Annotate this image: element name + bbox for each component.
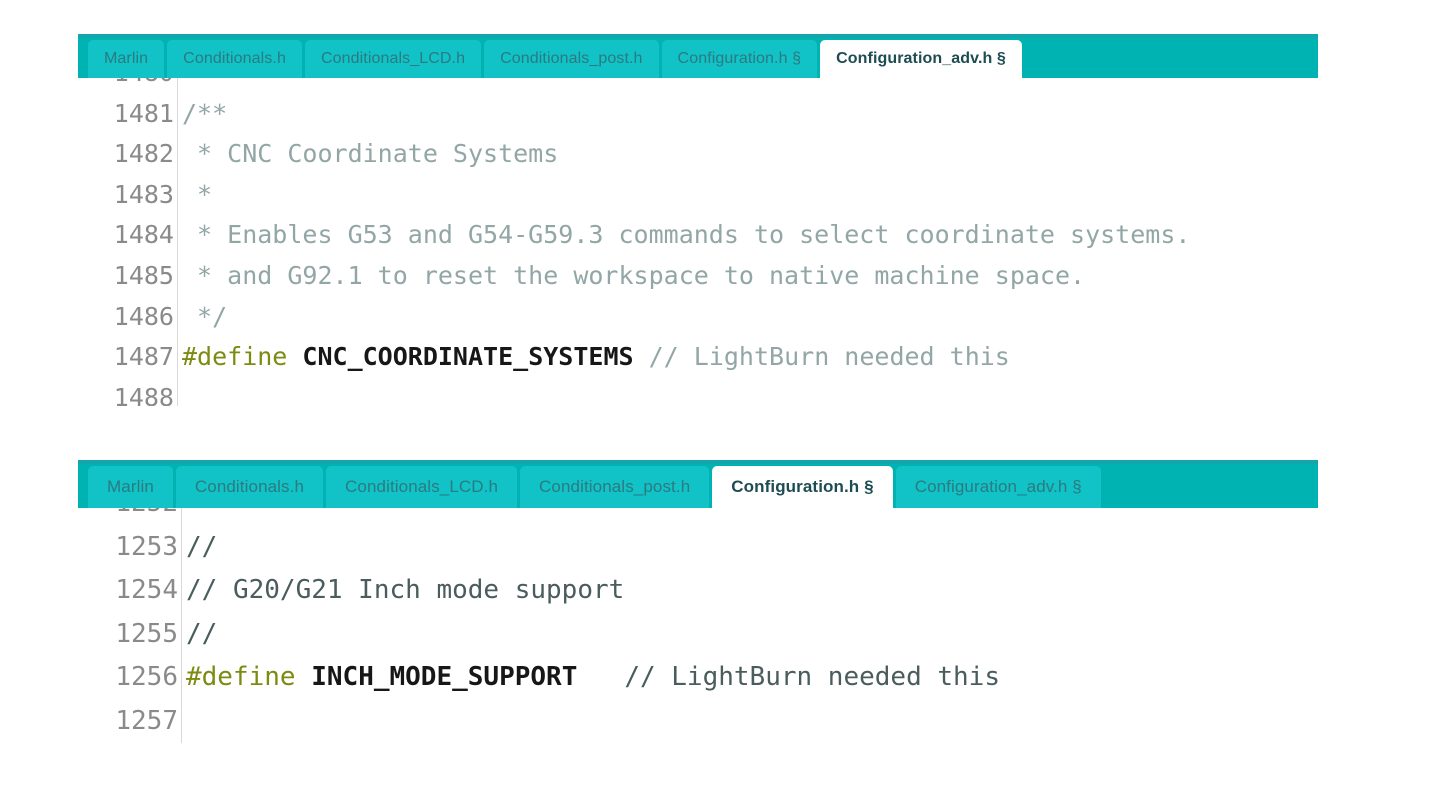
- code-line[interactable]: 1256 #define INCH_MODE_SUPPORT // LightBu…: [78, 656, 1318, 700]
- editor-tab[interactable]: Conditionals.h: [167, 40, 302, 78]
- code-line-text: * CNC Coordinate Systems: [178, 134, 1318, 175]
- editor-panel-configuration-adv: Marlin Conditionals.h Conditionals_LCD.h Co…: [78, 34, 1318, 406]
- code-line[interactable]: 1252: [78, 508, 1318, 526]
- editor-tab[interactable]: Conditionals_LCD.h: [326, 466, 518, 508]
- code-line-text: //: [182, 613, 1318, 657]
- editor-tab[interactable]: Conditionals.h: [175, 466, 324, 508]
- line-number: 1256: [78, 656, 182, 700]
- code-line[interactable]: 1254// G20/G21 Inch mode support: [78, 569, 1318, 613]
- code-line[interactable]: 1253//: [78, 525, 1318, 570]
- editor-tab[interactable]: Conditionals_post.h: [484, 40, 659, 78]
- code-line[interactable]: 1481/**: [78, 93, 1318, 135]
- code-line[interactable]: 1484 * Enables G53 and G54-G59.3 command…: [78, 215, 1318, 256]
- code-token-comment: */: [182, 301, 228, 331]
- line-number: 1488: [78, 377, 178, 406]
- code-editor-area[interactable]: 12521253//1254// G20/G21 Inch mode suppo…: [78, 508, 1318, 765]
- line-number: 1480: [78, 78, 178, 94]
- editor-tab[interactable]: Configuration.h §: [661, 40, 818, 78]
- line-number: 1253: [78, 525, 182, 569]
- code-line-text: * and G92.1 to reset the workspace to na…: [178, 256, 1318, 297]
- code-line[interactable]: 1487 #define CNC_COORDINATE_SYSTEMS // Li…: [78, 337, 1318, 378]
- editor-tab[interactable]: Conditionals_post.h: [520, 466, 710, 508]
- editor-tabbar[interactable]: Marlin Conditionals.h Conditionals_LCD.h Co…: [78, 460, 1318, 508]
- line-number: 1482: [78, 134, 178, 175]
- line-number: 1484: [78, 215, 178, 256]
- code-line-text: *: [178, 175, 1318, 216]
- code-token-comment-dark: // G20/G21 Inch mode support: [186, 575, 625, 605]
- editor-tab[interactable]: Marlin: [88, 40, 165, 78]
- code-line[interactable]: 1257: [78, 699, 1318, 743]
- line-number: 1252: [78, 508, 182, 526]
- code-line-text: #define INCH_MODE_SUPPORT // LightBurn n…: [182, 656, 1318, 700]
- code-scroll-region: 12521253//1254// G20/G21 Inch mode suppo…: [78, 508, 1318, 743]
- code-line[interactable]: 1482 * CNC Coordinate Systems: [78, 134, 1318, 175]
- line-number: 1487: [78, 337, 178, 378]
- editor-tab-active[interactable]: Configuration.h §: [712, 466, 893, 508]
- code-token-comment-dark: // LightBurn needed this: [624, 662, 1000, 692]
- code-line[interactable]: 1255//: [78, 612, 1318, 657]
- code-editor-area[interactable]: 14801481/**1482 * CNC Coordinate Systems…: [78, 78, 1318, 406]
- code-line[interactable]: 1486 */: [78, 296, 1318, 338]
- code-token-macro: INCH_MODE_SUPPORT: [311, 662, 578, 692]
- code-token-comment: * Enables G53 and G54-G59.3 commands to …: [182, 220, 1191, 250]
- code-token-comment: * and G92.1 to reset the workspace to na…: [182, 260, 1086, 290]
- line-number: 1255: [78, 612, 182, 656]
- line-number: 1485: [78, 255, 178, 297]
- code-line-text: /**: [178, 94, 1318, 135]
- line-number: 1483: [78, 174, 178, 216]
- code-token-comment-dark: //: [186, 618, 218, 649]
- code-line-text: //: [182, 526, 1318, 570]
- code-line-text: * Enables G53 and G54-G59.3 commands to …: [178, 215, 1318, 256]
- code-token-directive: #define: [182, 342, 288, 372]
- code-line-text: #define CNC_COORDINATE_SYSTEMS // LightB…: [178, 337, 1318, 378]
- code-scroll-region: 14801481/**1482 * CNC Coordinate Systems…: [78, 78, 1318, 406]
- editor-tab[interactable]: Conditionals_LCD.h: [304, 40, 482, 78]
- code-line[interactable]: 1480: [78, 78, 1318, 94]
- code-token-comment: // LightBurn needed this: [648, 342, 1010, 372]
- code-line-text: // G20/G21 Inch mode support: [182, 569, 1318, 613]
- line-number: 1481: [78, 93, 178, 135]
- code-line[interactable]: 1488: [78, 377, 1318, 406]
- code-token-comment-dark: //: [186, 531, 218, 562]
- editor-panel-configuration: Marlin Conditionals.h Conditionals_LCD.h Co…: [78, 460, 1318, 765]
- line-number: 1254: [78, 569, 182, 613]
- editor-tabbar[interactable]: Marlin Conditionals.h Conditionals_LCD.h Co…: [78, 34, 1318, 78]
- code-line[interactable]: 1483 *: [78, 174, 1318, 216]
- code-token-comment: /**: [182, 98, 228, 128]
- editor-tab[interactable]: Marlin: [88, 466, 173, 508]
- code-line-text: */: [178, 297, 1318, 338]
- code-line[interactable]: 1485 * and G92.1 to reset the workspace …: [78, 255, 1318, 297]
- code-token-macro: CNC_COORDINATE_SYSTEMS: [302, 342, 634, 372]
- code-token-directive: #define: [186, 662, 296, 692]
- line-number: 1486: [78, 296, 178, 338]
- code-token-comment: *: [182, 179, 213, 209]
- code-token-comment: * CNC Coordinate Systems: [182, 139, 559, 169]
- line-number: 1257: [78, 699, 182, 743]
- editor-tab[interactable]: Configuration_adv.h §: [895, 466, 1101, 508]
- editor-tab-active[interactable]: Configuration_adv.h §: [820, 40, 1022, 78]
